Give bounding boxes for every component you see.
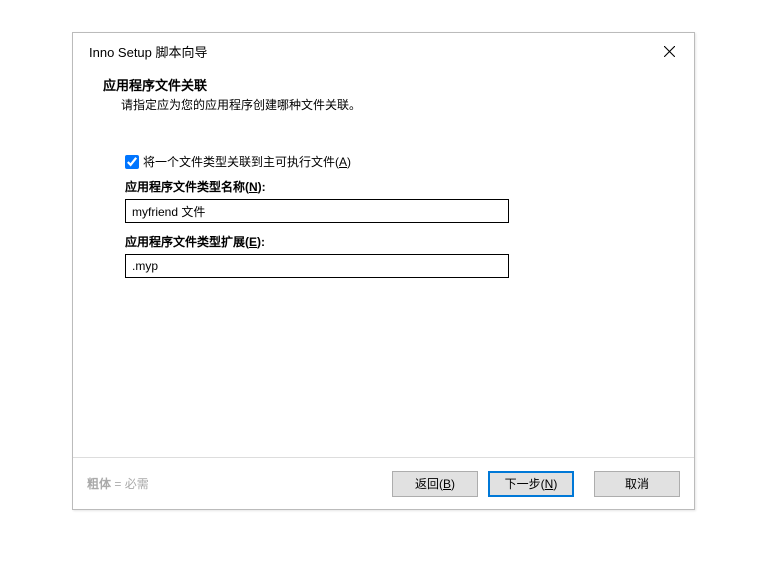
cancel-button[interactable]: 取消 xyxy=(594,471,680,497)
next-button[interactable]: 下一步(N) xyxy=(488,471,574,497)
window-title: Inno Setup 脚本向导 xyxy=(89,42,208,61)
page-subtitle: 请指定应为您的应用程序创建哪种文件关联。 xyxy=(121,96,678,113)
page-title: 应用程序文件关联 xyxy=(103,75,678,94)
associate-checkbox[interactable] xyxy=(125,155,139,169)
type-ext-label: 应用程序文件类型扩展(E): xyxy=(125,233,642,250)
associate-checkbox-label[interactable]: 将一个文件类型关联到主可执行文件(A) xyxy=(143,153,351,170)
type-name-label: 应用程序文件类型名称(N): xyxy=(125,178,642,195)
header-section: 应用程序文件关联 请指定应为您的应用程序创建哪种文件关联。 xyxy=(73,69,694,123)
associate-checkbox-row: 将一个文件类型关联到主可执行文件(A) xyxy=(125,153,642,170)
footer-note: 粗体 = 必需 xyxy=(87,475,149,492)
type-name-input[interactable] xyxy=(125,199,509,223)
close-button[interactable] xyxy=(654,38,684,64)
close-icon xyxy=(664,46,675,57)
titlebar: Inno Setup 脚本向导 xyxy=(73,33,694,69)
footer-buttons: 返回(B) 下一步(N) 取消 xyxy=(392,471,680,497)
back-button[interactable]: 返回(B) xyxy=(392,471,478,497)
footer: 粗体 = 必需 返回(B) 下一步(N) 取消 xyxy=(73,457,694,509)
content-area: 将一个文件类型关联到主可执行文件(A) 应用程序文件类型名称(N): 应用程序文… xyxy=(73,123,694,278)
wizard-dialog: Inno Setup 脚本向导 应用程序文件关联 请指定应为您的应用程序创建哪种… xyxy=(72,32,695,510)
type-ext-input[interactable] xyxy=(125,254,509,278)
